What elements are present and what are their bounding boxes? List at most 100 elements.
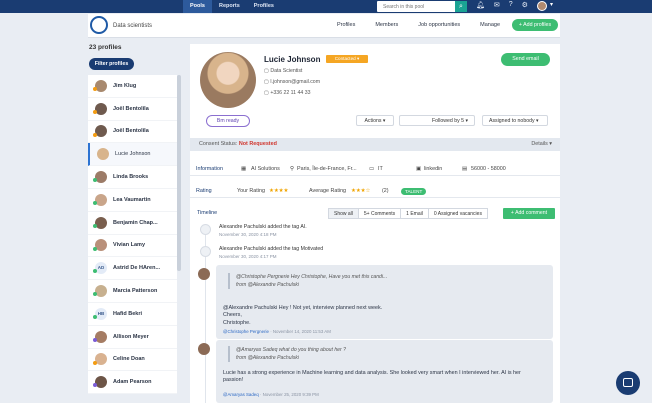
profile-list-item[interactable]: Jim Klug bbox=[88, 75, 177, 98]
add-comment-button[interactable]: + Add comment bbox=[503, 208, 555, 219]
tab-profiles[interactable]: Profiles bbox=[247, 0, 281, 13]
comment-quote: @Christophe Pergnerie Hey Christophe, Ha… bbox=[228, 273, 387, 289]
top-nav: Pools Reports Profiles bbox=[183, 0, 281, 13]
pool-header: Data scientists Profiles Members Job opp… bbox=[88, 14, 560, 38]
profile-name: Jim Klug bbox=[113, 82, 137, 89]
profile-title: ▢ Data Scientist bbox=[264, 68, 303, 74]
profile-list-scrollbar[interactable] bbox=[177, 75, 181, 271]
send-email-button[interactable]: Send email bbox=[501, 53, 550, 66]
your-rating-label: Your Rating bbox=[237, 188, 265, 194]
profile-list: Jim Klug Joël Bentolila Joël Bentolila Luci… bbox=[88, 75, 177, 395]
ready-button[interactable]: Bm ready bbox=[206, 115, 250, 127]
comment-avatar bbox=[198, 343, 210, 355]
profile-list-item[interactable]: Lea Vaumartin bbox=[88, 188, 177, 212]
profile-list-item[interactable]: Allison Meyer bbox=[88, 325, 177, 349]
comment-avatar bbox=[198, 268, 210, 280]
chat-launcher-button[interactable] bbox=[616, 371, 640, 395]
pool-nav: Profiles Members Job opportunities Manag… bbox=[337, 22, 500, 28]
nav-profiles[interactable]: Profiles bbox=[337, 22, 355, 28]
profile-list-item[interactable]: Joël Bentolila bbox=[88, 97, 177, 121]
nav-manage[interactable]: Manage bbox=[480, 22, 500, 28]
information-label: Information bbox=[196, 166, 223, 172]
profile-list-item[interactable]: AD Astrid De HAren... bbox=[88, 257, 177, 281]
company: AI Solutions bbox=[251, 166, 280, 172]
pool-logo bbox=[90, 16, 108, 34]
followed-by-dropdown[interactable]: Followed by 5 ▾ bbox=[399, 115, 475, 126]
status-dot bbox=[93, 246, 97, 251]
tab-assigned-vacancies[interactable]: 0 Assigned vacancies bbox=[427, 208, 488, 219]
profile-list-item[interactable]: Adam Pearson bbox=[88, 371, 177, 395]
profile-list-item[interactable]: HB Hafid Bekri bbox=[88, 302, 177, 326]
sector-icon: ▭ bbox=[369, 166, 375, 172]
company-icon: ▦ bbox=[241, 166, 247, 172]
comment-card: @Amaryas Sadeq what do you thing about h… bbox=[216, 340, 553, 403]
profile-name: Adam Pearson bbox=[113, 379, 152, 386]
profile-list-item[interactable]: Linda Brooks bbox=[88, 166, 177, 189]
status-dot bbox=[93, 132, 97, 137]
consent-label: Consent Status: bbox=[199, 141, 238, 147]
tab-show-all[interactable]: Show all bbox=[328, 208, 359, 219]
profile-list-item[interactable]: Joël Bentolila bbox=[88, 120, 177, 144]
status-badge[interactable]: Contacted ▾ bbox=[326, 55, 368, 63]
talent-badge: TALENT bbox=[401, 188, 427, 195]
average-rating-count: (2) bbox=[382, 188, 389, 194]
filter-profiles-button[interactable]: Filter profiles bbox=[89, 58, 134, 70]
consent-status-bar: Consent Status: Not Requested Details ▾ bbox=[190, 138, 560, 151]
comment-card: @Christophe Pergnerie Hey Christophe, Ha… bbox=[216, 265, 553, 339]
status-dot bbox=[93, 200, 97, 205]
linkedin-link[interactable]: linkedin bbox=[424, 162, 442, 176]
search-icon[interactable]: ⌕ bbox=[455, 1, 467, 12]
profile-list-item[interactable]: Celine Doan bbox=[88, 348, 177, 372]
status-dot bbox=[93, 109, 97, 114]
profile-name: Allison Meyer bbox=[113, 333, 149, 340]
profile-list-item[interactable]: Vivian Lamy bbox=[88, 234, 177, 258]
chevron-down-icon[interactable]: ▾ bbox=[550, 1, 553, 8]
status-dot bbox=[93, 360, 97, 365]
comment-text: @Alexandre Pachulski Hey ! Not yet, inte… bbox=[223, 305, 383, 326]
pool-name: Data scientists bbox=[113, 23, 153, 29]
location: Paris, Île-de-France, Fr... bbox=[297, 166, 357, 172]
tab-email[interactable]: 1 Email bbox=[400, 208, 429, 219]
profile-name: Joël Bentolila bbox=[113, 105, 149, 112]
profile-email[interactable]: ▢ l.johnson@gmail.com bbox=[264, 79, 320, 85]
profile-phone: ▢ +336 22 11 44 33 bbox=[264, 90, 311, 96]
tag-icon bbox=[200, 224, 211, 235]
status-dot bbox=[93, 314, 97, 319]
help-icon[interactable]: ? bbox=[509, 1, 513, 9]
profile-panel: Lucie Johnson Contacted ▾ ▢ Data Scienti… bbox=[190, 44, 560, 403]
profile-list-item[interactable]: Benjamin Chap... bbox=[88, 211, 177, 235]
average-rating-stars: ★★★☆ bbox=[351, 188, 371, 194]
gear-icon[interactable]: ⚙︎ bbox=[522, 1, 528, 9]
profile-list-item[interactable]: Lucie Johnson bbox=[88, 143, 177, 167]
linkedin-icon: ▣ bbox=[416, 166, 422, 172]
details-toggle[interactable]: Details ▾ bbox=[531, 138, 552, 151]
tab-pools[interactable]: Pools bbox=[183, 0, 212, 13]
profile-name: Benjamin Chap... bbox=[113, 219, 158, 226]
chat-bubble-icon[interactable]: ✉︎ bbox=[494, 1, 500, 9]
bell-icon[interactable]: 🔔︎ bbox=[476, 1, 485, 9]
global-search: ⌕ bbox=[377, 1, 467, 12]
location-icon: ⚲ bbox=[290, 166, 294, 172]
rating-label: Rating bbox=[196, 188, 212, 194]
avatar-initials: HB bbox=[95, 307, 107, 320]
your-rating-stars[interactable]: ★★★★ bbox=[269, 184, 288, 198]
profile-count: 23 profiles bbox=[89, 44, 122, 51]
tab-reports[interactable]: Reports bbox=[212, 0, 247, 13]
search-input[interactable] bbox=[377, 3, 455, 10]
profile-name: Lucie Johnson bbox=[264, 55, 321, 64]
profile-photo bbox=[200, 52, 256, 108]
nav-job-opportunities[interactable]: Job opportunities bbox=[418, 22, 460, 28]
profile-name: Marcia Patterson bbox=[113, 288, 158, 295]
profile-sidebar: 23 profiles Filter profiles Jim Klug Joël… bbox=[88, 42, 182, 403]
profile-list-item[interactable]: Marcia Patterson bbox=[88, 280, 177, 303]
top-icons: 🔔︎ ✉︎ ? ⚙︎ bbox=[476, 1, 528, 9]
tab-comments[interactable]: 5+ Comments bbox=[357, 208, 402, 219]
assigned-dropdown[interactable]: Assigned to nobody ▾ bbox=[482, 115, 548, 126]
user-avatar[interactable] bbox=[537, 1, 547, 11]
tag-icon bbox=[200, 246, 211, 257]
event-text: Alexandre Pachulski added the tag AI. bbox=[219, 224, 307, 230]
comment-meta: @Amaryas Sadeq · November 25, 2020 9:39 … bbox=[223, 392, 319, 397]
nav-members[interactable]: Members bbox=[375, 22, 398, 28]
actions-dropdown[interactable]: Actions ▾ bbox=[356, 115, 394, 126]
add-profiles-button[interactable]: + Add profiles bbox=[512, 19, 558, 31]
